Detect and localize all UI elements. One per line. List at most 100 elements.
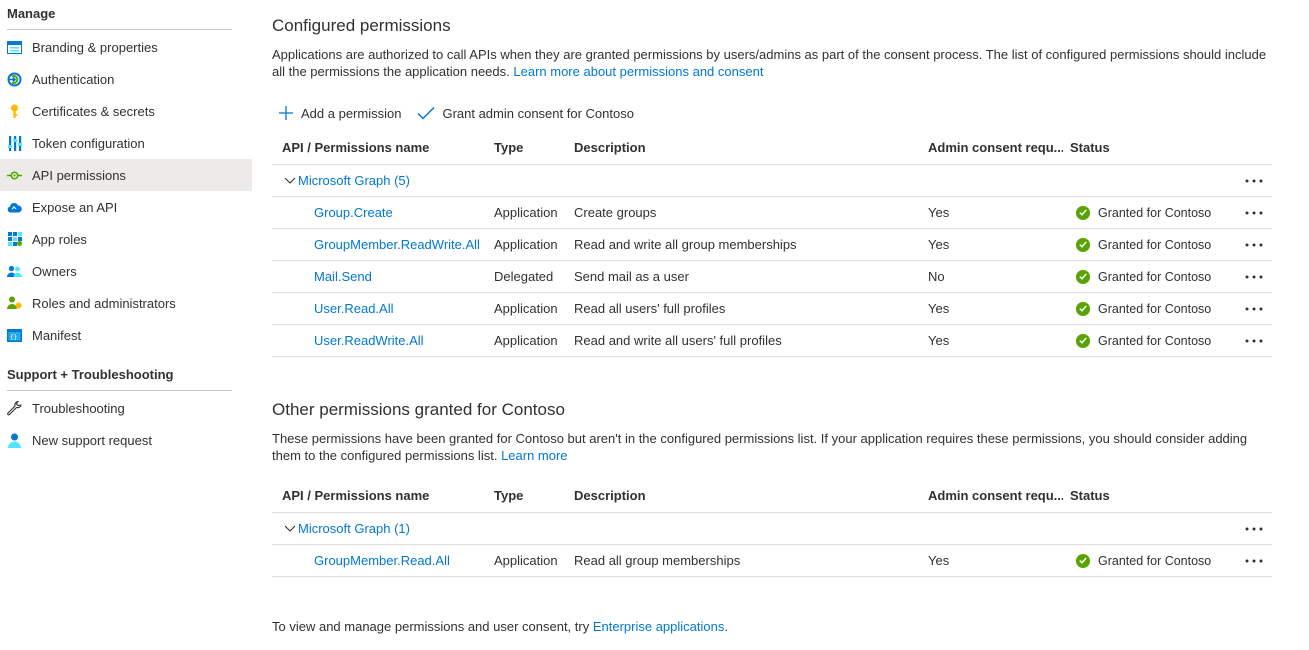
sidebar-item-authentication[interactable]: Authentication [0,63,252,95]
status-cell: Granted for Contoso [1070,197,1230,228]
chevron-down-icon [284,525,296,533]
more-actions-button[interactable] [1240,513,1268,544]
sidebar-item-owners[interactable]: Owners [0,255,252,287]
group-name[interactable]: Microsoft Graph (1) [298,521,410,536]
more-actions-button[interactable] [1240,261,1268,292]
permission-type: Application [494,205,558,220]
more-actions-button[interactable] [1240,229,1268,260]
more-actions-button[interactable] [1240,293,1268,324]
status-badge: Granted for Contoso [1070,205,1211,220]
permission-name-cell: Group.Create [282,197,492,228]
support-heading: Support + Troubleshooting [7,367,174,382]
permission-name-link[interactable]: GroupMember.ReadWrite.All [282,237,480,252]
learn-more-link[interactable]: Learn more [501,448,567,463]
permission-description: Read all users' full profiles [574,301,726,316]
permissions-toolbar: Add a permission Grant admin consent for… [278,102,650,124]
column-header-admin-consent[interactable]: Admin consent requ... [928,479,1063,512]
permission-type: Application [494,301,558,316]
column-header-name[interactable]: API / Permissions name [282,131,492,164]
table-row[interactable]: User.Read.All Application Read all users' … [272,293,1272,325]
more-icon [1245,211,1263,214]
grant-admin-consent-button[interactable]: Grant admin consent for Contoso [417,106,634,121]
api-permissions-icon [7,168,22,183]
learn-more-permissions-link[interactable]: Learn more about permissions and consent [513,64,763,79]
sidebar-item-app-roles[interactable]: App roles [0,223,252,255]
status-cell: Granted for Contoso [1070,229,1230,260]
column-header-type[interactable]: Type [494,131,572,164]
sidebar-item-manifest[interactable]: {} Manifest [0,319,252,351]
table-header-row: API / Permissions name Type Description … [272,131,1272,165]
permission-name-cell: GroupMember.ReadWrite.All [282,229,492,260]
permission-name-link[interactable]: GroupMember.Read.All [282,553,450,568]
permission-description: Send mail as a user [574,269,689,284]
group-toggle[interactable]: Microsoft Graph (1) [284,513,410,544]
admin-consent-required: Yes [928,205,950,220]
add-permission-label: Add a permission [301,105,402,121]
manage-nav: Branding & properties Authentication Cer… [0,31,252,351]
sidebar-item-label: Manifest [32,327,82,343]
permission-description: Create groups [574,205,657,220]
table-row[interactable]: Mail.Send Delegated Send mail as a user No G… [272,261,1272,293]
column-header-status[interactable]: Status [1070,479,1230,512]
configured-permissions-title: Configured permissions [272,16,451,35]
status-text: Granted for Contoso [1098,333,1212,348]
sidebar-item-api-permissions[interactable]: API permissions [0,159,252,191]
sidebar-item-expose-api[interactable]: Expose an API [0,191,252,223]
permission-description: Read all group memberships [574,553,741,568]
permission-name-link[interactable]: Mail.Send [282,269,372,284]
permission-type: Application [494,333,558,348]
column-header-status[interactable]: Status [1070,131,1230,164]
sidebar-item-new-support-request[interactable]: New support request [0,424,252,456]
column-header-type[interactable]: Type [494,479,572,512]
status-text: Granted for Contoso [1098,553,1212,568]
enterprise-applications-link[interactable]: Enterprise applications [593,619,725,634]
granted-check-icon [1076,553,1090,568]
permission-name-link[interactable]: User.Read.All [282,301,393,316]
admin-consent-required: Yes [928,553,950,568]
branding-icon [7,40,22,55]
add-permission-button[interactable]: Add a permission [278,105,401,121]
other-permissions-description: These permissions have been granted for … [272,430,1270,464]
permission-name-link[interactable]: User.ReadWrite.All [282,333,424,348]
table-row[interactable]: Group.Create Application Create groups Yes G… [272,197,1272,229]
status-badge: Granted for Contoso [1070,333,1212,348]
column-header-name[interactable]: API / Permissions name [282,479,492,512]
admin-consent-required: Yes [928,237,950,252]
status-badge: Granted for Contoso [1070,237,1211,252]
permission-name-link[interactable]: Group.Create [282,205,393,220]
sidebar-item-certificates[interactable]: Certificates & secrets [0,95,252,127]
granted-check-icon [1076,269,1090,284]
table-row[interactable]: GroupMember.Read.All Application Read all … [272,545,1272,577]
group-row-microsoft-graph[interactable]: Microsoft Graph (5) [272,165,1272,197]
table-row[interactable]: GroupMember.ReadWrite.All Application Read… [272,229,1272,261]
more-icon [1245,339,1263,342]
more-actions-button[interactable] [1240,197,1268,228]
configured-description-text: Applications are authorized to call APIs… [272,47,1267,79]
granted-check-icon [1076,301,1090,316]
more-actions-button[interactable] [1240,545,1268,576]
sidebar-item-label: Roles and administrators [32,295,176,311]
more-icon [1245,179,1263,182]
admin-consent-required: No [928,269,945,284]
cloud-icon [7,200,22,215]
group-name[interactable]: Microsoft Graph (5) [298,173,410,188]
more-actions-button[interactable] [1240,325,1268,356]
permission-name-cell: Mail.Send [282,261,492,292]
sidebar-item-roles-administrators[interactable]: Roles and administrators [0,287,252,319]
configured-permissions-description: Applications are authorized to call APIs… [272,46,1270,80]
sidebar-item-branding[interactable]: Branding & properties [0,31,252,63]
sidebar-item-troubleshooting[interactable]: Troubleshooting [0,392,252,424]
sidebar-item-token-configuration[interactable]: Token configuration [0,127,252,159]
wrench-icon [7,400,22,416]
table-row[interactable]: User.ReadWrite.All Application Read and wr… [272,325,1272,357]
column-header-admin-consent[interactable]: Admin consent requ... [928,131,1063,164]
group-toggle[interactable]: Microsoft Graph (5) [284,165,410,196]
more-icon [1245,275,1263,278]
column-header-description[interactable]: Description [574,131,924,164]
group-row-microsoft-graph[interactable]: Microsoft Graph (1) [272,513,1272,545]
checkmark-icon [417,106,435,120]
more-actions-button[interactable] [1240,165,1268,196]
permission-type: Delegated [494,269,554,284]
footer-text: To view and manage permissions and user … [272,619,590,634]
column-header-description[interactable]: Description [574,479,924,512]
